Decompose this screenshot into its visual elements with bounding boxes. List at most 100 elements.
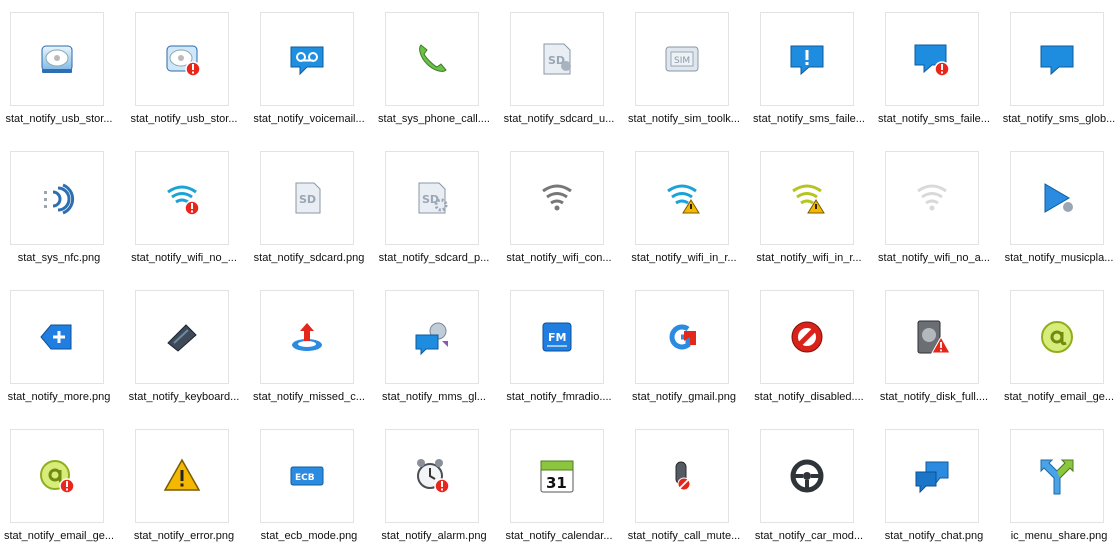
file-item[interactable]: stat_notify_sms_faile... — [875, 0, 1000, 139]
file-name: stat_notify_chat.png — [884, 530, 984, 542]
file-name: stat_notify_sdcard_p... — [378, 252, 490, 264]
phone-call-icon — [412, 39, 452, 79]
file-item[interactable]: stat_notify_sms_faile... — [750, 0, 875, 139]
thumbnail — [385, 12, 479, 106]
file-name: stat_notify_usb_stor... — [5, 113, 113, 125]
file-item[interactable]: SIM stat_notify_sim_toolk... — [625, 0, 750, 139]
thumbnail — [635, 290, 729, 384]
file-item[interactable]: stat_notify_chat.png — [875, 417, 1000, 556]
file-item[interactable]: stat_notify_disk_full.... — [875, 278, 1000, 417]
thumbnail: SIM — [635, 12, 729, 106]
file-item[interactable]: stat_notify_call_mute... — [625, 417, 750, 556]
file-name: stat_notify_usb_stor... — [130, 113, 238, 125]
file-name: stat_notify_email_ge... — [3, 530, 115, 542]
file-name: stat_notify_more.png — [7, 391, 111, 403]
nfc-icon — [37, 178, 77, 218]
usb-storage-icon — [37, 39, 77, 79]
file-item[interactable]: stat_notify_wifi_no_... — [125, 139, 250, 278]
thumbnail — [385, 290, 479, 384]
thumbnail: 31 — [510, 429, 604, 523]
svg-text:FM: FM — [548, 331, 566, 344]
file-item[interactable]: stat_notify_keyboard... — [125, 278, 250, 417]
file-item[interactable]: stat_notify_more.png — [0, 278, 125, 417]
file-item[interactable]: stat_notify_wifi_no_a... — [875, 139, 1000, 278]
file-item[interactable]: ic_menu_share.png — [1000, 417, 1118, 556]
file-name: stat_notify_sms_faile... — [878, 113, 990, 125]
file-item[interactable]: ECB stat_ecb_mode.png — [250, 417, 375, 556]
file-item[interactable]: stat_notify_email_ge... — [1000, 278, 1118, 417]
car-mode-icon — [787, 456, 827, 496]
file-item[interactable]: stat_notify_email_ge... — [0, 417, 125, 556]
thumbnail: FM — [510, 290, 604, 384]
file-name: stat_notify_sim_toolk... — [628, 113, 740, 125]
file-item[interactable]: stat_notify_gmail.png — [625, 278, 750, 417]
file-item[interactable]: stat_notify_car_mod... — [750, 417, 875, 556]
file-item[interactable]: stat_notify_usb_stor... — [125, 0, 250, 139]
file-item[interactable]: SD stat_notify_sdcard_p... — [375, 139, 500, 278]
file-item[interactable]: stat_notify_alarm.png — [375, 417, 500, 556]
file-item[interactable]: SD stat_notify_sdcard_u... — [500, 0, 625, 139]
mms-global-icon — [412, 317, 452, 357]
thumbnail — [385, 429, 479, 523]
file-item[interactable]: stat_sys_nfc.png — [0, 139, 125, 278]
file-item[interactable]: stat_notify_sms_glob... — [1000, 0, 1118, 139]
voicemail-icon — [287, 39, 327, 79]
calendar-date: 31 — [546, 474, 567, 492]
file-name: stat_ecb_mode.png — [260, 530, 358, 542]
file-item[interactable]: stat_notify_wifi_in_r... — [750, 139, 875, 278]
file-name: stat_notify_disk_full.... — [879, 391, 989, 403]
missed-call-icon — [287, 317, 327, 357]
thumbnail — [260, 12, 354, 106]
disabled-icon — [787, 317, 827, 357]
gmail-icon — [662, 317, 702, 357]
sms-failed-icon — [787, 39, 827, 79]
wifi-in-range-warning-icon — [662, 178, 702, 218]
file-name: stat_notify_sms_glob... — [1002, 113, 1116, 125]
thumbnail — [885, 151, 979, 245]
file-name: ic_menu_share.png — [1010, 530, 1108, 542]
file-item[interactable]: stat_notify_error.png — [125, 417, 250, 556]
thumbnail: SD — [260, 151, 354, 245]
file-item[interactable]: SD stat_notify_sdcard.png — [250, 139, 375, 278]
thumbnail — [10, 151, 104, 245]
error-warning-icon — [162, 456, 202, 496]
thumbnail — [635, 429, 729, 523]
music-player-icon — [1037, 178, 1077, 218]
file-name: stat_notify_wifi_no_... — [131, 252, 237, 264]
file-item[interactable]: stat_notify_missed_c... — [250, 278, 375, 417]
file-item[interactable]: stat_notify_musicpla... — [1000, 139, 1118, 278]
wifi-in-range-yellow-icon — [787, 178, 827, 218]
file-item[interactable]: stat_notify_wifi_con... — [500, 139, 625, 278]
file-item[interactable]: stat_notify_usb_stor... — [0, 0, 125, 139]
file-name: stat_notify_disabled.... — [754, 391, 864, 403]
thumbnail: ECB — [260, 429, 354, 523]
thumbnail — [1010, 12, 1104, 106]
file-item[interactable]: 31 stat_notify_calendar... — [500, 417, 625, 556]
call-mute-icon — [662, 456, 702, 496]
wifi-no-error-icon — [162, 178, 202, 218]
thumbnail — [10, 12, 104, 106]
file-item[interactable]: stat_notify_wifi_in_r... — [625, 139, 750, 278]
thumbnail — [760, 151, 854, 245]
file-item[interactable]: FM stat_notify_fmradio.... — [500, 278, 625, 417]
file-name: stat_notify_wifi_no_a... — [878, 252, 990, 264]
file-name: stat_notify_sms_faile... — [753, 113, 865, 125]
file-name: stat_notify_sdcard.png — [253, 252, 365, 264]
thumbnail — [10, 429, 104, 523]
calendar-icon: 31 — [537, 456, 577, 496]
thumbnail — [760, 429, 854, 523]
thumbnail — [1010, 290, 1104, 384]
file-item[interactable]: stat_notify_disabled.... — [750, 278, 875, 417]
disk-full-icon — [912, 317, 952, 357]
file-name: stat_notify_musicpla... — [1004, 252, 1114, 264]
thumbnail — [1010, 151, 1104, 245]
alarm-icon — [412, 456, 452, 496]
file-item[interactable]: stat_notify_mms_gl... — [375, 278, 500, 417]
file-item[interactable]: stat_sys_phone_call.... — [375, 0, 500, 139]
fm-radio-icon: FM — [537, 317, 577, 357]
file-name: stat_notify_call_mute... — [627, 530, 741, 542]
file-item[interactable]: stat_notify_voicemail... — [250, 0, 375, 139]
thumbnail — [135, 12, 229, 106]
svg-text:SIM: SIM — [674, 56, 690, 66]
sms-global-icon — [1037, 39, 1077, 79]
